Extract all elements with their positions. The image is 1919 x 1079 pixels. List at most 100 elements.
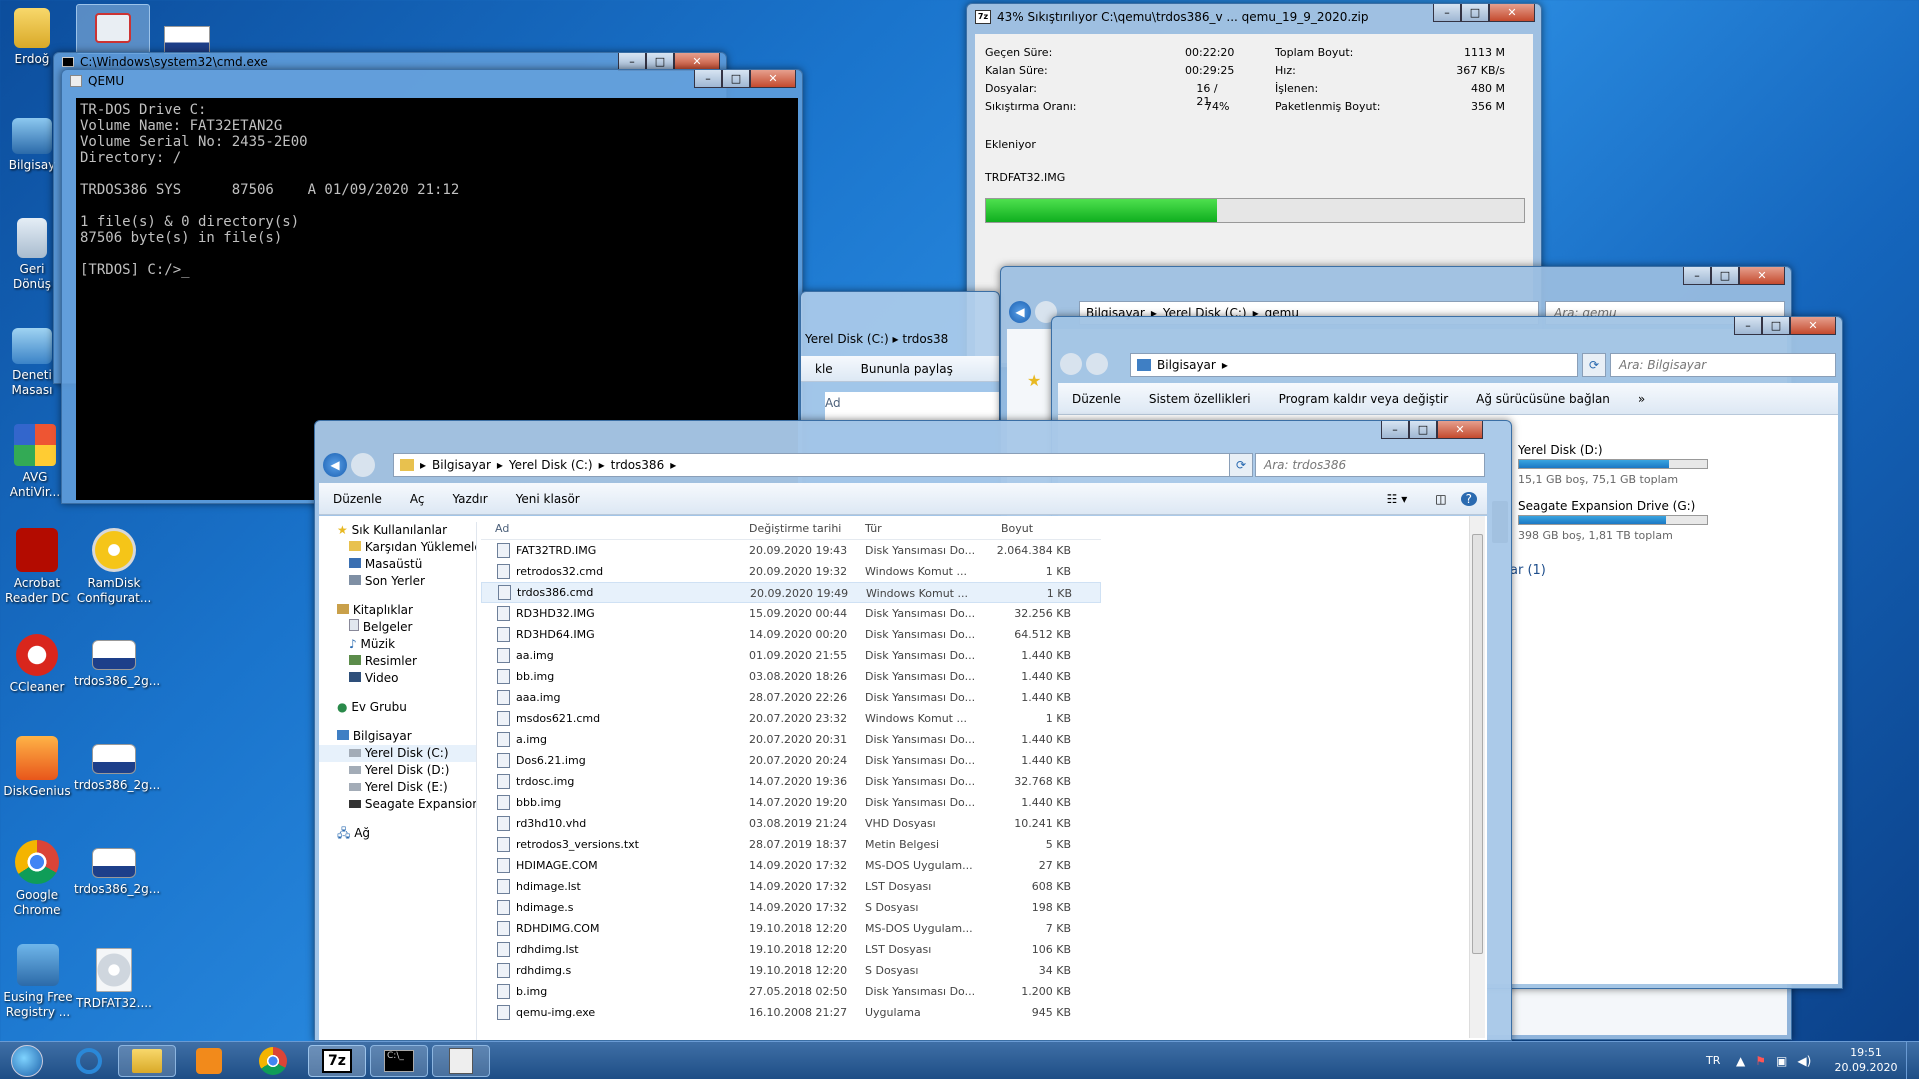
trdos386-address[interactable]: ▸ Bilgisayar ▸ Yerel Disk (C:) ▸ trdos38… [393,453,1247,477]
file-row[interactable]: RDHDIMG.COM 19.10.2018 12:20 MS-DOS Uygula… [481,918,1101,939]
breadcrumb-item[interactable]: Yerel Disk (C:) [509,458,593,472]
minimize-button[interactable]: – [694,70,722,88]
file-row[interactable]: qemu-img.exe 16.10.2008 21:27 Uygulama 945 … [481,1002,1101,1023]
volume-icon[interactable]: ◀) [1797,1054,1811,1068]
breadcrumb-item[interactable]: trdos386 [611,458,665,472]
breadcrumb-item[interactable]: Bilgisayar [1157,358,1216,372]
file-row[interactable]: retrodos32.cmd 20.09.2020 19:32 Windows Ko… [481,561,1101,582]
desktop-icon-eusing[interactable]: Eusing Free Registry ... [0,944,76,1020]
taskbar-chrome[interactable] [244,1045,302,1077]
forward-button[interactable] [1086,353,1108,375]
desktop-icon-trdos-shortcut-1[interactable]: trdos386_2g... [74,640,160,689]
breadcrumb-item[interactable]: Yerel Disk (C:) [805,332,889,346]
file-row[interactable]: rd3hd10.vhd 03.08.2019 21:24 VHD Dosyası 10… [481,813,1101,834]
close-button[interactable]: ✕ [750,70,796,88]
close-button[interactable]: ✕ [1437,421,1483,439]
share-button[interactable]: Bununla paylaş [847,362,967,376]
organize-button[interactable]: Düzenle [1058,392,1135,406]
close-button[interactable]: ✕ [1739,267,1785,285]
nav-item-drive-c[interactable]: Yerel Disk (C:) [319,745,476,762]
file-row[interactable]: retrodos3_versions.txt 28.07.2019 18:37 Me… [481,834,1101,855]
computer-address[interactable]: Bilgisayar ▸ [1130,353,1578,377]
show-hidden-icons-icon[interactable]: ▲ [1736,1054,1745,1068]
nav-item-drive-g[interactable]: Seagate Expansion D [319,796,476,813]
file-row[interactable]: RD3HD32.IMG 15.09.2020 00:44 Disk Yansımas… [481,603,1101,624]
forward-button[interactable] [351,453,375,477]
minimize-button[interactable]: – [1683,267,1711,285]
file-row[interactable]: RD3HD64.IMG 14.09.2020 00:20 Disk Yansımas… [481,624,1101,645]
desktop-icon-trdfat32[interactable]: TRDFAT32.... [74,948,154,1011]
toolbar-item[interactable]: kle [801,362,847,376]
desktop-icon-diskgenius[interactable]: DiskGenius [0,736,74,799]
preview-pane-icon[interactable]: ◫ [1421,492,1460,506]
file-row[interactable]: bbb.img 14.07.2020 19:20 Disk Yansıması Do… [481,792,1101,813]
file-row[interactable]: rdhdimg.lst 19.10.2018 12:20 LST Dosyası 10… [481,939,1101,960]
print-button[interactable]: Yazdır [438,492,501,506]
desktop-icon-trdos-shortcut-3[interactable]: trdos386_2g... [74,848,160,897]
favorites-header[interactable]: ★ Sık Kullanılanlar [319,522,476,539]
nav-item-downloads[interactable]: Karşıdan Yüklemeler [319,539,476,556]
nav-item-desktop[interactable]: Masaüstü [319,556,476,573]
system-properties-button[interactable]: Sistem özellikleri [1135,392,1265,406]
file-row[interactable]: msdos621.cmd 20.07.2020 23:32 Windows Komu… [481,708,1101,729]
back-button[interactable]: ◀ [1009,301,1031,323]
file-row[interactable]: hdimage.s 14.09.2020 17:32 S Dosyası 198 KB [481,897,1101,918]
desktop-icon-chrome[interactable]: Google Chrome [0,840,74,918]
column-date[interactable]: Değiştirme tarihi [741,518,861,539]
desktop-icon-ramdisk[interactable]: RamDisk Configurat... [74,528,154,606]
nav-item-pictures[interactable]: Resimler [319,653,476,670]
computer-header[interactable]: Bilgisayar [319,728,476,745]
minimize-button[interactable]: – [1381,421,1409,439]
homegroup-item[interactable]: ● Ev Grubu [319,699,476,716]
nav-item-drive-e[interactable]: Yerel Disk (E:) [319,779,476,796]
file-row[interactable]: hdimage.lst 14.09.2020 17:32 LST Dosyası 60… [481,876,1101,897]
column-name[interactable]: Ad [481,518,741,539]
map-network-drive-button[interactable]: Ağ sürücüsüne bağlan [1462,392,1624,406]
libraries-header[interactable]: Kitaplıklar [319,602,476,619]
drive-tile[interactable]: Yerel Disk (D:) 15,1 GB boş, 75,1 GB top… [1518,443,1758,486]
desktop-icon-acrobat[interactable]: Acrobat Reader DC [0,528,74,606]
desktop-icon-avg[interactable]: AVG AntiVir... [0,424,70,500]
file-row[interactable]: rdhdimg.s 19.10.2018 12:20 S Dosyası 34 KB [481,960,1101,981]
trdos386-search[interactable]: Ara: trdos386 [1255,453,1485,477]
new-folder-button[interactable]: Yeni klasör [502,492,594,506]
minimize-button[interactable]: – [1433,4,1461,22]
computer-search[interactable]: Ara: Bilgisayar [1610,353,1836,377]
nav-item-documents[interactable]: Belgeler [319,619,476,636]
back-button[interactable]: ◀ [323,453,347,477]
column-size[interactable]: Boyut [991,518,1071,539]
help-icon[interactable]: ? [1460,491,1477,506]
close-button[interactable]: ✕ [1790,317,1836,335]
network-item[interactable]: 🖧 Ağ [319,825,476,842]
minimize-button[interactable]: – [1734,317,1762,335]
view-options-icon[interactable]: ☷ ▾ [1373,492,1422,506]
file-row[interactable]: b.img 27.05.2018 02:50 Disk Yansıması Do..… [481,981,1101,1002]
open-button[interactable]: Aç [396,492,439,506]
refresh-button[interactable]: ⟳ [1582,353,1606,377]
taskbar-explorer[interactable] [118,1045,176,1077]
file-row[interactable]: aa.img 01.09.2020 21:55 Disk Yansıması Do.… [481,645,1101,666]
desktop-icon-top-shortcut[interactable] [164,26,210,54]
maximize-button[interactable]: □ [722,70,750,88]
maximize-button[interactable]: □ [1461,4,1489,22]
nav-item-recent[interactable]: Son Yerler [319,573,476,590]
maximize-button[interactable]: □ [1409,421,1437,439]
language-indicator[interactable]: TR [1706,1054,1720,1067]
breadcrumb-item[interactable]: trdos38 [902,332,948,346]
file-row[interactable]: a.img 20.07.2020 20:31 Disk Yansıması Do..… [481,729,1101,750]
trdos386-explorer-window[interactable]: – □ ✕ ◀ ▸ Bilgisayar ▸ Yerel Disk (C:) ▸… [314,420,1512,1041]
scrollbar-thumb[interactable] [1472,534,1483,954]
drive-tile[interactable]: Seagate Expansion Drive (G:) 398 GB boş,… [1518,499,1758,542]
file-row[interactable]: aaa.img 28.07.2020 22:26 Disk Yansıması Do… [481,687,1101,708]
action-center-icon[interactable]: ⚑ [1755,1054,1766,1068]
breadcrumb-item[interactable]: Bilgisayar [432,458,491,472]
file-row[interactable]: trdosc.img 14.07.2020 19:36 Disk Yansıması… [481,771,1101,792]
uninstall-program-button[interactable]: Program kaldır veya değiştir [1265,392,1463,406]
back-button[interactable] [1060,353,1082,375]
vertical-scrollbar[interactable] [1469,516,1485,1038]
file-row[interactable]: bb.img 03.08.2020 18:26 Disk Yansıması Do.… [481,666,1101,687]
background-explorer-window[interactable]: Yerel Disk (C:) ▸ trdos38 kle Bununla pa… [800,291,1000,421]
file-row[interactable]: FAT32TRD.IMG 20.09.2020 19:43 Disk Yansıma… [481,540,1101,561]
show-desktop-button[interactable] [1906,1042,1919,1079]
nav-item-video[interactable]: Video [319,670,476,687]
